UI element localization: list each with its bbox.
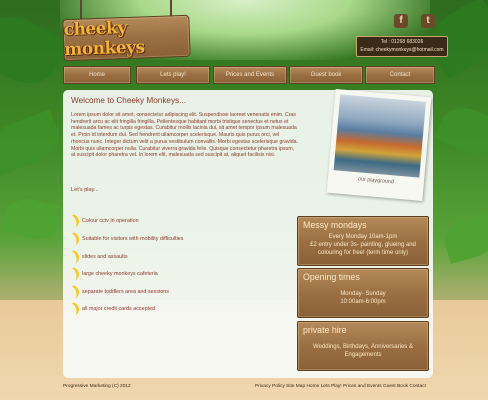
intro-paragraph: Lorem ipsum dolor sit amet, consectetur …: [71, 112, 298, 159]
feature-item: large cheeky monkeys cafeteria: [64, 265, 158, 283]
contact-email: Email: cheekymonkeys@hotmail.com: [360, 47, 444, 53]
logo-text: cheeky monkeys: [63, 17, 145, 61]
banana-icon: [64, 248, 82, 266]
nav-item-guest-book[interactable]: Guest book: [289, 66, 363, 84]
private-hire-board: private hire Weddings, Birthdays, Annive…: [297, 321, 429, 371]
feature-item: Colour cctv in operation: [64, 212, 139, 230]
banana-icon: [64, 265, 82, 283]
board-text: Monday- Sunday: [340, 291, 386, 297]
nav-item-lets-play[interactable]: Lets play!: [136, 66, 210, 84]
footer-links[interactable]: Privacy Policy Site Map Home Lets Play! …: [255, 384, 426, 389]
board-text: £2 entry under 3s- painting, glueing and…: [310, 242, 416, 256]
board-title: private hire: [303, 325, 347, 335]
rope: [80, 0, 82, 20]
playground-image: [333, 94, 426, 178]
banana-icon: [64, 283, 82, 301]
feature-item: separate toddlers area and sessions: [64, 283, 169, 301]
nav-item-prices-events[interactable]: Prices and Events: [213, 66, 287, 84]
board-title: Opening times: [303, 272, 360, 282]
feature-item: slides and assaults: [64, 248, 128, 266]
lets-play-heading: Let's play...: [71, 187, 99, 193]
contact-phone: Tel : 01268 683026: [380, 39, 424, 45]
feature-item: Suitable for visitors with mobility diff…: [64, 230, 183, 248]
footer-copyright: Progressive Marketing (C) 2012: [63, 384, 131, 389]
banana-icon: [64, 300, 82, 318]
page-title: Welcome to Cheeky Monkeys...: [71, 96, 186, 105]
board-text: Every Monday 10am-1pm: [328, 234, 398, 240]
banana-icon: [64, 212, 82, 230]
board-text: 10:00am-6:00pm: [340, 299, 386, 305]
site-logo[interactable]: cheeky monkeys: [62, 14, 191, 62]
board-text: Weddings, Birthdays, Anniversaries &: [313, 344, 413, 350]
board-text: Engagements: [344, 352, 382, 358]
nav-item-home[interactable]: Home: [63, 66, 131, 84]
feature-item: all major credit cards accepted: [64, 300, 155, 318]
messy-mondays-board: Messy mondays Every Monday 10am-1pm £2 e…: [297, 216, 429, 266]
twitter-icon[interactable]: t: [421, 14, 435, 28]
opening-times-board: Opening times Monday- Sunday 10:00am-6:0…: [297, 268, 429, 318]
nav-item-contact[interactable]: Contact: [365, 66, 435, 84]
banana-icon: [64, 230, 82, 248]
facebook-icon[interactable]: f: [394, 14, 408, 28]
board-title: Messy mondays: [303, 220, 367, 230]
playground-photo: our playground: [326, 89, 432, 201]
contact-info-box: Tel : 01268 683026 Email: cheekymonkeys@…: [356, 36, 448, 57]
